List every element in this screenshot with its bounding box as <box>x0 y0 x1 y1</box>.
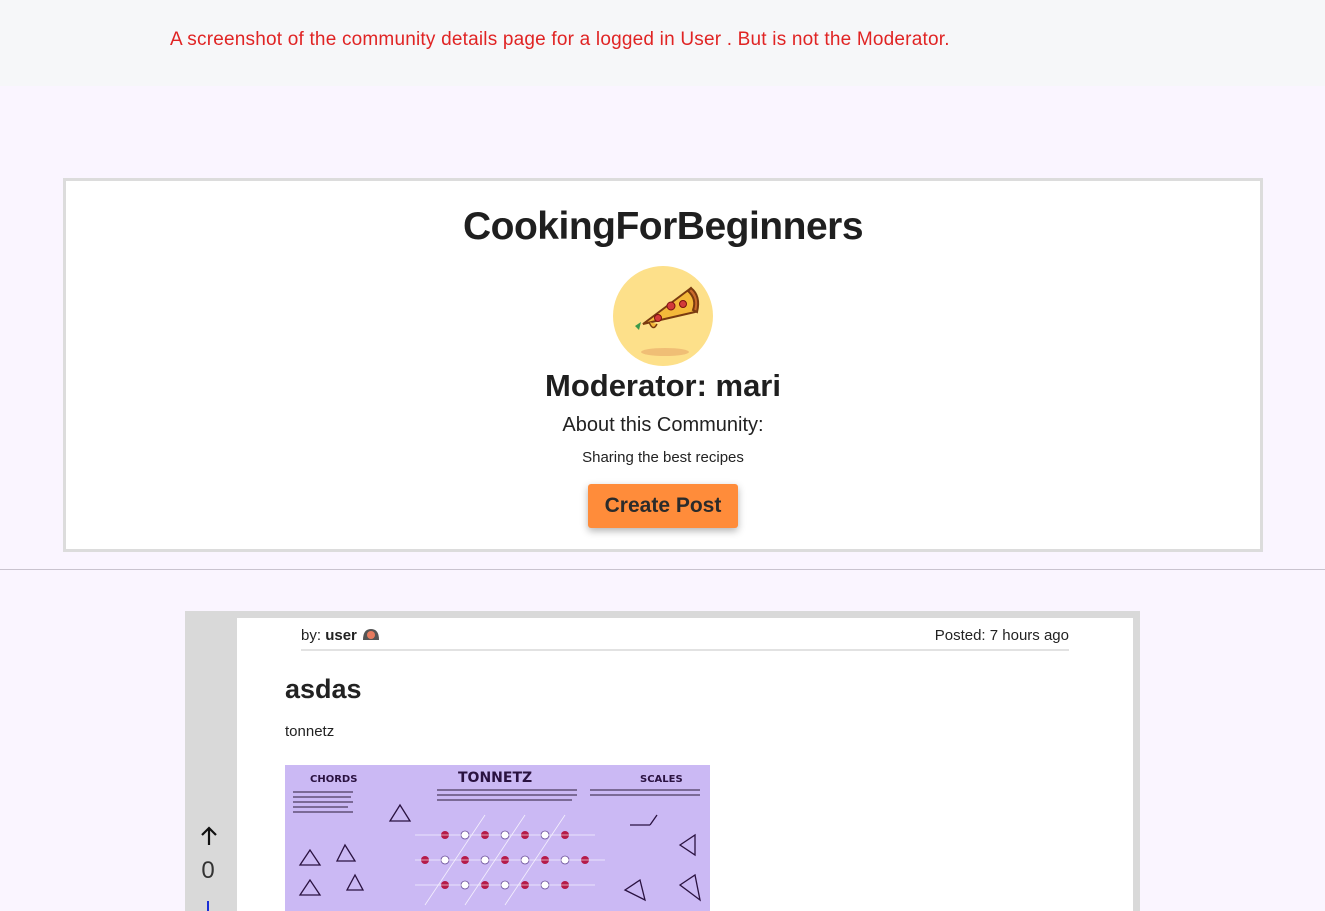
about-text: Sharing the best recipes <box>582 449 744 466</box>
annotation-bar: A screenshot of the community details pa… <box>0 0 1325 86</box>
image-scales-label: SCALES <box>640 774 683 785</box>
image-chords-label: CHORDS <box>310 774 357 785</box>
post-image: CHORDS TONNETZ SCALES <box>285 765 710 911</box>
post-timestamp: Posted: 7 hours ago <box>934 627 1069 644</box>
annotation-text: A screenshot of the community details pa… <box>170 29 950 50</box>
image-title-label: TONNETZ <box>458 770 532 786</box>
about-heading: About this Community: <box>562 414 764 436</box>
vote-column: 0 <box>185 611 237 911</box>
post-author[interactable]: user <box>325 627 357 644</box>
community-details-card: CookingForBeginners Moderator: mari Abou… <box>63 178 1263 552</box>
moderator-label: Moderator: mari <box>545 368 781 403</box>
arrow-down-icon[interactable] <box>207 901 209 911</box>
by-prefix: by: <box>301 627 322 644</box>
arrow-up-icon[interactable] <box>197 824 221 848</box>
post-meta: by: user Posted: 7 hours ago <box>301 627 1069 651</box>
section-divider <box>0 569 1325 570</box>
post-card[interactable]: 0 by: user Posted: 7 hours ago asdas ton… <box>185 611 1140 911</box>
post-body: tonnetz <box>285 723 335 740</box>
community-title: CookingForBeginners <box>462 205 864 248</box>
vote-count: 0 <box>201 857 215 884</box>
user-avatar-icon <box>363 629 380 640</box>
post-content: by: user Posted: 7 hours ago asdas tonne… <box>237 618 1133 911</box>
create-post-button[interactable]: Create Post <box>588 484 738 528</box>
post-title[interactable]: asdas <box>285 674 362 705</box>
post-author-line: by: user <box>301 627 381 644</box>
pizza-icon <box>613 266 713 366</box>
